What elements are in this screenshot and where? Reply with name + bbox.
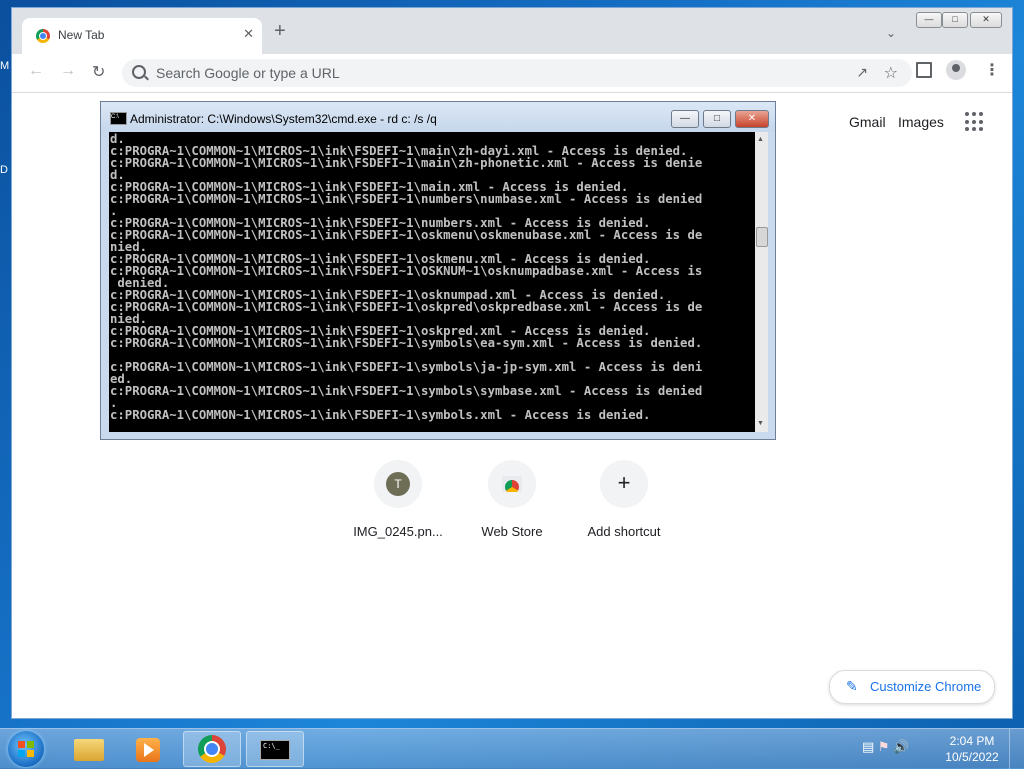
shortcut-web-store[interactable]: Web Store: [457, 460, 567, 539]
scrollbar-thumb[interactable]: [756, 227, 768, 247]
desktop-icon-label-fragment: D: [0, 164, 8, 176]
system-tray: ▤ ⚑ 🔊: [862, 739, 909, 755]
shortcut-initial-avatar: T: [386, 472, 410, 496]
cmd-window: C:\ Administrator: C:\Windows\System32\c…: [100, 101, 776, 440]
taskbar-explorer[interactable]: [60, 731, 118, 767]
tab-title: New Tab: [58, 28, 105, 42]
cmd-minimize-button[interactable]: —: [671, 110, 699, 128]
clock-date: 10/5/2022: [945, 750, 999, 764]
chrome-icon: [198, 735, 226, 763]
maximize-button[interactable]: □: [942, 12, 968, 28]
pencil-icon: ✎: [846, 678, 858, 694]
images-link[interactable]: Images: [898, 114, 944, 130]
scroll-down-arrow-icon[interactable]: ▼: [757, 420, 764, 427]
volume-icon[interactable]: 🔊: [893, 739, 909, 754]
shortcut-tile: [488, 460, 536, 508]
cmd-icon: C:\_: [260, 740, 290, 760]
search-icon: [132, 65, 146, 79]
cmd-close-button[interactable]: ✕: [735, 110, 769, 128]
tab-strip: New Tab ✕ + ⌄ — □ ✕: [12, 8, 1012, 54]
shortcut-label: IMG_0245.pn...: [353, 524, 443, 539]
media-player-icon: [136, 738, 160, 762]
tab-new-tab[interactable]: New Tab ✕: [22, 18, 262, 54]
console-output[interactable]: d. c:PROGRA~1\COMMON~1\MICROS~1\ink\FSDE…: [109, 132, 755, 432]
console-text: d. c:PROGRA~1\COMMON~1\MICROS~1\ink\FSDE…: [110, 132, 703, 422]
taskbar-media-player[interactable]: [120, 731, 178, 767]
shortcut-label: Add shortcut: [587, 524, 661, 539]
windows-logo-icon: [18, 741, 34, 757]
tab-search-chevron-icon[interactable]: ⌄: [886, 26, 896, 40]
scroll-up-arrow-icon[interactable]: ▲: [757, 136, 764, 143]
bookmark-star-icon[interactable]: ☆: [884, 63, 898, 83]
new-tab-button[interactable]: +: [274, 21, 286, 41]
shortcut-img-0245[interactable]: T IMG_0245.pn...: [343, 460, 453, 539]
desktop-icon-label-fragment: M: [0, 60, 10, 72]
reload-icon[interactable]: ↻: [92, 62, 105, 82]
web-store-icon: [502, 476, 522, 492]
back-icon[interactable]: ←: [28, 62, 44, 80]
gmail-link[interactable]: Gmail: [849, 114, 886, 130]
share-icon[interactable]: ↗: [856, 64, 868, 81]
clock-time: 2:04 PM: [949, 734, 995, 748]
show-desktop-button[interactable]: [1009, 729, 1024, 769]
start-button[interactable]: [8, 731, 44, 767]
omnibox-placeholder: Search Google or type a URL: [156, 65, 340, 81]
customize-chrome-button[interactable]: ✎ Customize Chrome: [829, 670, 995, 704]
browser-toolbar: ← → ↻ Search Google or type a URL ↗ ☆ ⋮: [12, 54, 1012, 93]
cmd-icon: C:\: [110, 112, 127, 125]
cmd-scrollbar[interactable]: ▲ ▼: [755, 132, 768, 432]
minimize-button[interactable]: —: [916, 12, 942, 28]
action-center-flag-icon[interactable]: ⚑: [878, 739, 890, 754]
side-panel-icon[interactable]: [916, 62, 932, 78]
folder-icon: [74, 739, 104, 761]
menu-kebab-icon[interactable]: ⋮: [984, 60, 1000, 80]
forward-icon[interactable]: →: [60, 62, 76, 80]
close-button[interactable]: ✕: [970, 12, 1002, 28]
taskbar-chrome[interactable]: [183, 731, 241, 767]
clock[interactable]: 2:04 PM 10/5/2022: [940, 733, 1004, 765]
cmd-maximize-button[interactable]: □: [703, 110, 731, 128]
omnibox[interactable]: Search Google or type a URL ↗ ☆: [122, 59, 912, 87]
shortcut-label: Web Store: [481, 524, 543, 539]
cmd-title-bar[interactable]: C:\ Administrator: C:\Windows\System32\c…: [101, 102, 775, 132]
plus-icon: +: [617, 470, 631, 495]
customize-chrome-label: Customize Chrome: [870, 679, 982, 694]
shortcut-tile: +: [600, 460, 648, 508]
network-icon[interactable]: ▤: [862, 739, 874, 754]
profile-avatar-icon[interactable]: [946, 60, 966, 80]
google-apps-icon[interactable]: [965, 112, 985, 132]
shortcut-tile: T: [374, 460, 422, 508]
chrome-favicon-icon: [36, 29, 50, 43]
cmd-window-title: Administrator: C:\Windows\System32\cmd.e…: [130, 112, 437, 126]
taskbar: C:\_ ▤ ⚑ 🔊 2:04 PM 10/5/2022: [0, 728, 1024, 769]
taskbar-cmd[interactable]: C:\_: [246, 731, 304, 767]
tab-close-icon[interactable]: ✕: [243, 26, 254, 42]
add-shortcut-button[interactable]: + Add shortcut: [569, 460, 679, 539]
